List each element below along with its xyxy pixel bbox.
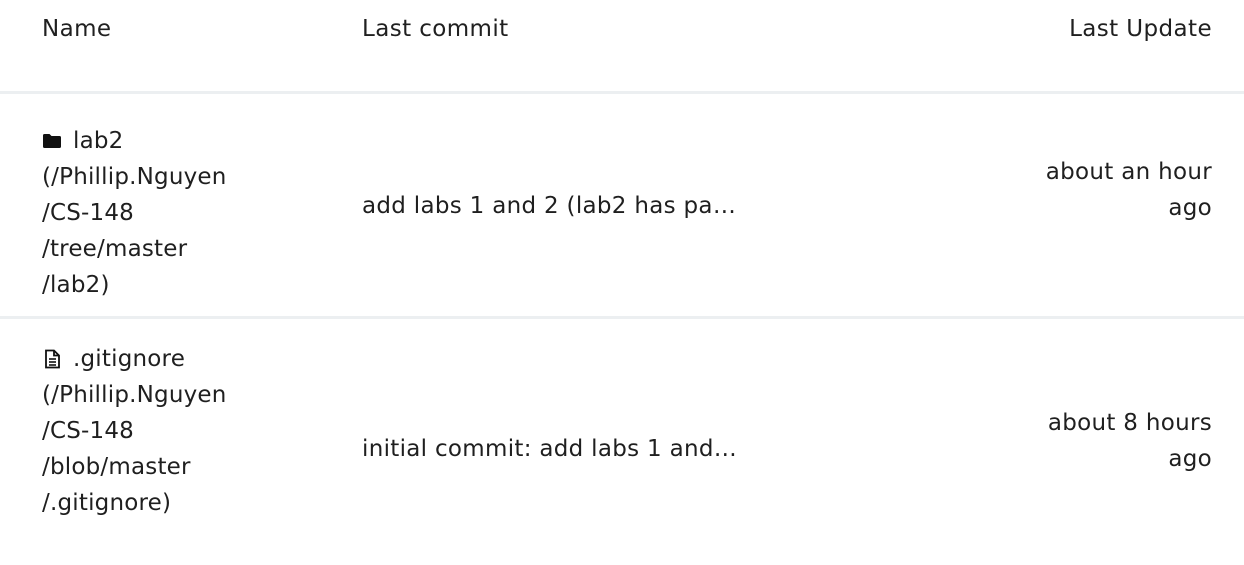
table-row[interactable]: .gitignore (/Phillip.Nguyen /CS-148 /blo… [0, 319, 1244, 565]
file-name-cell[interactable]: .gitignore (/Phillip.Nguyen /CS-148 /blo… [42, 341, 322, 521]
file-link-path-part[interactable]: /.gitignore) [42, 485, 322, 521]
file-link-path-part[interactable]: /blob/master [42, 449, 322, 485]
last-commit-message[interactable]: initial commit: add labs 1 and… [362, 434, 737, 464]
last-commit-message[interactable]: add labs 1 and 2 (lab2 has pa… [362, 191, 736, 221]
table-header-row: Name Last commit Last Update [0, 0, 1244, 94]
column-header-last-update[interactable]: Last Update [1069, 15, 1212, 43]
file-link-path-part[interactable]: /lab2) [42, 267, 322, 303]
last-update-line: about an hour [1045, 159, 1212, 185]
table-row[interactable]: lab2 (/Phillip.Nguyen /CS-148 /tree/mast… [0, 94, 1244, 319]
file-name-link[interactable]: lab2 [42, 123, 322, 159]
file-link-path-part[interactable]: /CS-148 [42, 413, 322, 449]
folder-icon [42, 131, 62, 151]
file-table: Name Last commit Last Update lab2 (/Phil… [0, 0, 1244, 565]
file-name-link[interactable]: .gitignore [42, 341, 322, 377]
last-update-time: about an hour ago [982, 154, 1212, 226]
file-name-label[interactable]: .gitignore [73, 341, 185, 377]
last-update-time: about 8 hours ago [982, 405, 1212, 477]
file-link-path-part[interactable]: /tree/master [42, 231, 322, 267]
last-update-line: ago [1168, 446, 1212, 472]
file-text-icon [42, 349, 62, 369]
file-name-cell[interactable]: lab2 (/Phillip.Nguyen /CS-148 /tree/mast… [42, 123, 322, 303]
file-link-path-part[interactable]: (/Phillip.Nguyen [42, 377, 322, 413]
column-header-last-commit[interactable]: Last commit [362, 15, 509, 43]
file-name-label[interactable]: lab2 [73, 123, 124, 159]
file-link-path-part[interactable]: /CS-148 [42, 195, 322, 231]
file-link-path-part[interactable]: (/Phillip.Nguyen [42, 159, 322, 195]
last-update-line: ago [1168, 195, 1212, 221]
last-update-line: about 8 hours [1047, 410, 1212, 436]
column-header-name[interactable]: Name [42, 15, 111, 43]
